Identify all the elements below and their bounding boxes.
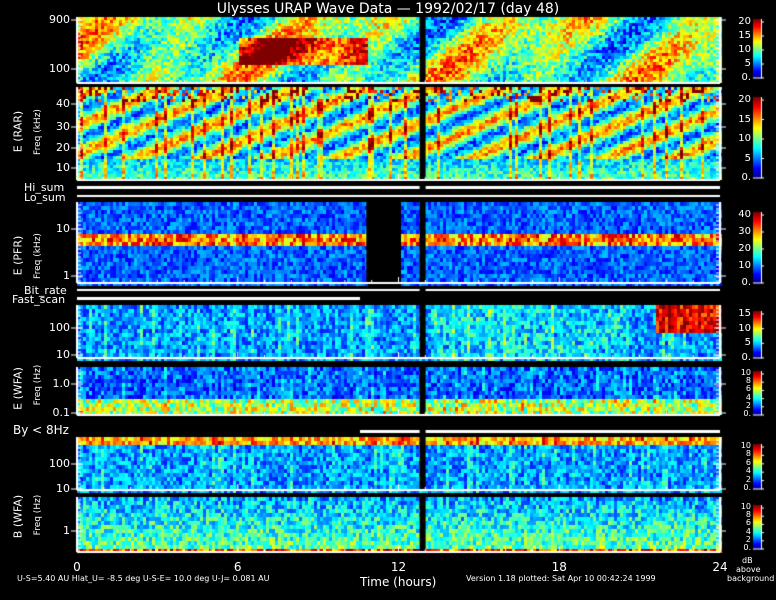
y-tick-label: 40 [56, 97, 70, 110]
freq-label-pfr: Freq (kHz) [33, 233, 43, 279]
colorbar-tick-label: 10 [738, 44, 751, 55]
status-by-8hz: By < 8Hz [13, 423, 69, 437]
colorbar-tick-label: 5 [744, 337, 751, 349]
freq-label-e-wfa: Freq (Hz) [33, 364, 43, 406]
y-tick-label: 1.0 [52, 377, 71, 390]
colorbar-tick-label: 0. [743, 543, 751, 552]
y-tick-label: 0.1 [52, 406, 71, 419]
y-tick-label: 10 [56, 482, 70, 495]
colorbar-tick-label: 0. [743, 409, 751, 418]
x-tick-label: 24 [712, 560, 728, 574]
colorbar-tick-label: 0. [741, 72, 751, 83]
colorbar-tick-label: 15 [738, 113, 751, 125]
colorbar-tick-label: 15 [738, 30, 751, 41]
colorbar-tick-label: 20 [738, 243, 751, 254]
colorbar-unit-background: background [727, 574, 775, 583]
colorbar-tick-label: 15 [738, 308, 751, 319]
y-tick-label: 1 [63, 269, 70, 282]
x-axis-label: Time (hours) [360, 575, 437, 589]
freq-label-b-wfa: Freq (Hz) [33, 494, 43, 536]
x-tick-label: 12 [390, 560, 407, 574]
colorbar-unit-db: dB [742, 556, 753, 565]
colorbar-tick-label: 0. [741, 352, 751, 363]
x-tick-label: 18 [551, 560, 567, 574]
ylabel-pfr: E (PFR) [11, 235, 25, 276]
x-tick-label: 0 [73, 560, 81, 574]
y-tick-label: 20 [56, 141, 70, 154]
ylabel-b-wfa: B (WFA) [11, 494, 25, 539]
plot-title: Ulysses URAP Wave Data — 1992/02/17 (day… [216, 1, 560, 17]
colorbar-tick-label: 0. [743, 483, 751, 492]
status-lo-sum: Lo_sum [24, 191, 66, 204]
y-tick-label: 10 [56, 161, 70, 174]
spectrogram-canvas [0, 0, 776, 600]
colorbar-unit-above: above [736, 565, 761, 574]
footer-ephemeris: U-S=5.40 AU Hlat_U= -8.5 deg U-S-E= 10.0… [17, 574, 270, 583]
y-tick-label: 900 [49, 13, 70, 26]
colorbar-tick-label: 0. [741, 172, 751, 183]
colorbar-tick-label: 20 [738, 16, 751, 27]
colorbar-tick-label: 10 [738, 322, 751, 334]
y-tick-label: 1 [63, 524, 70, 537]
y-tick-label: 100 [49, 321, 70, 334]
y-tick-label: 100 [49, 457, 70, 470]
colorbar-tick-label: 4 [745, 466, 751, 476]
x-tick-label: 6 [233, 560, 242, 574]
colorbar-tick-label: 5 [744, 58, 751, 69]
y-tick-label: 10 [56, 222, 70, 235]
colorbar-tick-label: 0. [741, 277, 751, 288]
y-tick-label: 30 [56, 120, 70, 133]
footer-version: Version 1.18 plotted: Sat Apr 10 00:42:2… [466, 574, 656, 583]
ylabel-rar: E (RAR) [11, 110, 25, 153]
colorbar-tick-label: 20 [738, 94, 751, 105]
freq-label-rar: Freq (kHz) [33, 109, 43, 155]
colorbar-tick-label: 5 [744, 152, 751, 164]
status-fast-scan: Fast_scan [12, 293, 66, 306]
urap-plot: Ulysses URAP Wave Data — 1992/02/17 (day… [0, 0, 776, 600]
colorbar-tick-label: 10 [738, 133, 751, 144]
y-tick-label: 100 [49, 62, 70, 75]
colorbar-tick-label: 30 [738, 226, 751, 237]
ylabel-e-wfa: E (WFA) [11, 367, 25, 410]
y-tick-label: 10 [56, 348, 70, 361]
colorbar-tick-label: 40 [738, 209, 751, 220]
colorbar-tick-label: 10 [738, 260, 751, 271]
